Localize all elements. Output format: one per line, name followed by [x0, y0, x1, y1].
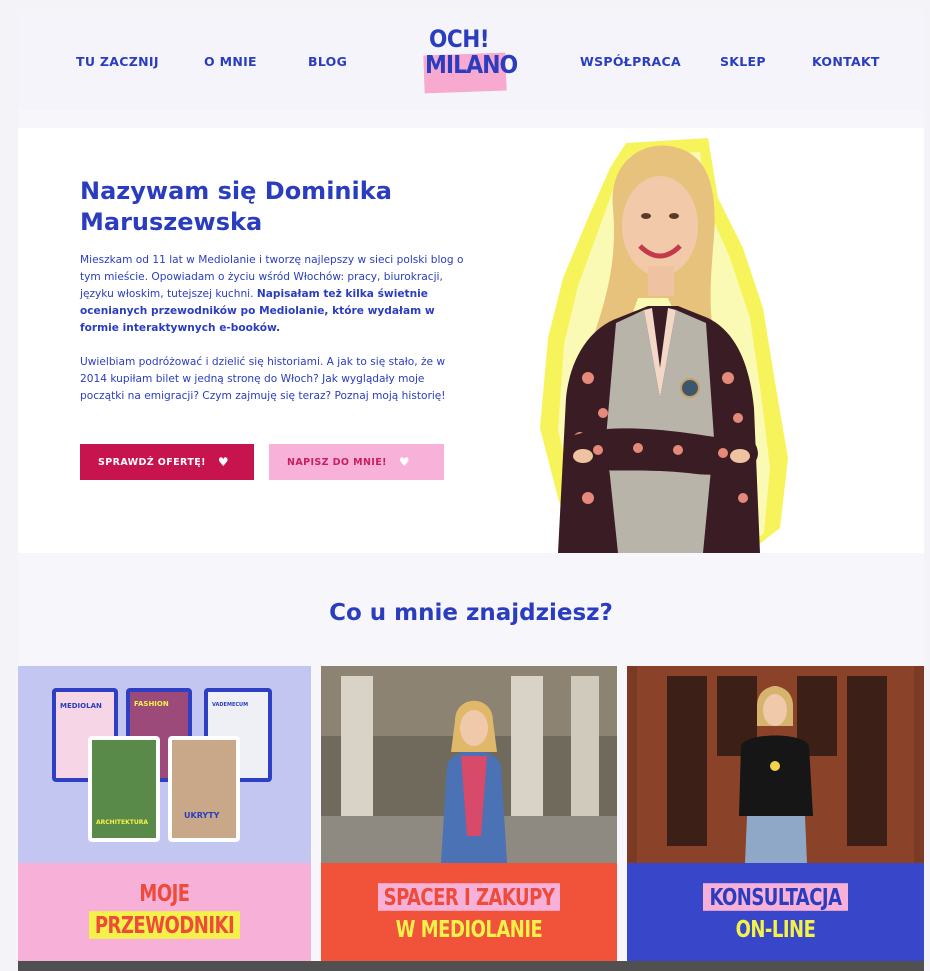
- och-milano-logo[interactable]: OCH! MILANO: [421, 25, 518, 97]
- consultation-label-line1: KONSULTACJA: [703, 883, 848, 911]
- section-title: Co u mnie znajdziesz?: [329, 600, 613, 626]
- svg-text:FASHION: FASHION: [134, 700, 169, 708]
- nav-blog[interactable]: BLOG: [308, 54, 347, 69]
- walk-label-area: SPACER I ZAKUPY W MEDIOLANIE: [321, 863, 617, 961]
- bottom-bar: [18, 961, 924, 971]
- logo-line2: MILANO: [425, 51, 518, 80]
- walk-label-line1: SPACER I ZAKUPY: [377, 883, 561, 911]
- site-header: TU ZACZNIJ O MNIE BLOG OCH! MILANO WSPÓŁ…: [18, 10, 924, 110]
- nav-wspolpraca[interactable]: WSPÓŁPRACA: [580, 54, 681, 69]
- consultation-label-line2: ON-LINE: [735, 915, 816, 943]
- guides-label-area: MOJE PRZEWODNIKI: [18, 863, 311, 961]
- check-offer-label: SPRAWDŹ OFERTĘ!: [98, 456, 206, 468]
- hero-paragraph-1: Mieszkam od 11 lat w Mediolanie i tworzę…: [80, 252, 470, 337]
- consultation-label-line1-wrap: KONSULTACJA: [627, 883, 924, 911]
- write-to-me-button[interactable]: NAPISZ DO MNIE! ♥: [269, 444, 444, 480]
- hero-title: Nazywam się Dominika Maruszewska: [80, 177, 392, 236]
- card-guides[interactable]: MEDIOLAN FASHION VADEMECUM ARCHITEKTURA …: [18, 666, 311, 961]
- guides-label-line2-wrap: PRZEWODNIKI: [18, 911, 311, 939]
- walk-label-line1-wrap: SPACER I ZAKUPY: [321, 883, 617, 911]
- guides-label-line1: MOJE: [139, 879, 190, 907]
- svg-text:UKRYTY: UKRYTY: [184, 811, 220, 820]
- svg-text:VADEMECUM: VADEMECUM: [212, 702, 248, 708]
- svg-text:MEDIOLAN: MEDIOLAN: [60, 702, 102, 710]
- svg-text:ARCHITEKTURA: ARCHITEKTURA: [96, 819, 148, 826]
- card-walk-shopping[interactable]: SPACER I ZAKUPY W MEDIOLANIE: [321, 666, 617, 961]
- hero-section: Nazywam się Dominika Maruszewska Mieszka…: [18, 128, 924, 553]
- walk-label-line2: W MEDIOLANIE: [395, 915, 543, 943]
- hero-paragraph-2: Uwielbiam podróżować i dzielić się histo…: [80, 356, 446, 402]
- heart-icon: ♥: [217, 455, 230, 469]
- page: TU ZACZNIJ O MNIE BLOG OCH! MILANO WSPÓŁ…: [18, 10, 924, 971]
- nav-sklep[interactable]: SKLEP: [720, 54, 766, 69]
- write-to-me-label: NAPISZ DO MNIE!: [287, 456, 387, 468]
- nav-kontakt[interactable]: KONTAKT: [812, 54, 880, 69]
- author-portrait-image: [540, 138, 788, 553]
- guides-label-line2: PRZEWODNIKI: [88, 911, 241, 939]
- consultation-label-area: KONSULTACJA ON-LINE: [627, 863, 924, 961]
- card-consultation[interactable]: KONSULTACJA ON-LINE: [627, 666, 924, 961]
- heart-icon: ♥: [398, 455, 411, 469]
- nav-o-mnie[interactable]: O MNIE: [204, 54, 257, 69]
- nav-tu-zacznij[interactable]: TU ZACZNIJ: [76, 54, 159, 69]
- logo-line1: OCH!: [429, 25, 490, 53]
- guides-books-image: MEDIOLAN FASHION VADEMECUM ARCHITEKTURA …: [18, 666, 311, 863]
- consultation-photo: [627, 666, 924, 863]
- walk-photo: [321, 666, 617, 863]
- check-offer-button[interactable]: SPRAWDŹ OFERTĘ! ♥: [80, 444, 254, 480]
